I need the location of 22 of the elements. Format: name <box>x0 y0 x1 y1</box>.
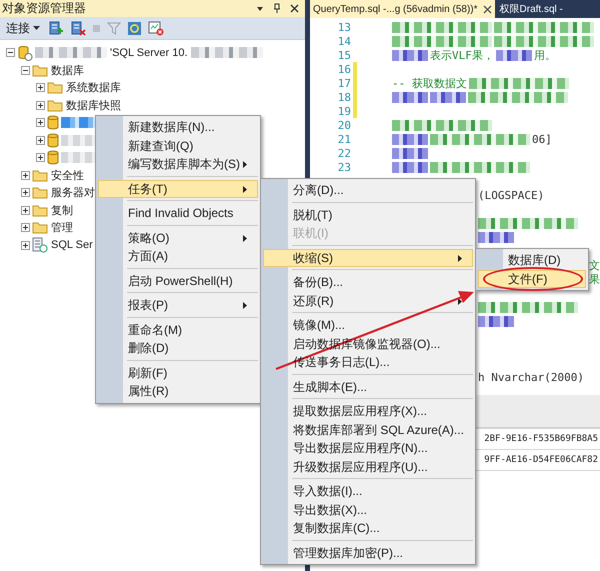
tab-label: QueryTemp.sql -...g (56vadmin (58))* <box>313 4 478 14</box>
code-comment: -- 获取数据文 <box>392 76 467 90</box>
line-number: 13 <box>336 20 351 34</box>
line-number: 21 <box>336 132 351 146</box>
line-number: 19 <box>336 104 351 118</box>
code-text: (LOGSPACE) <box>478 188 544 202</box>
line-number: 14 <box>336 34 351 48</box>
line-number: 23 <box>336 160 351 174</box>
line-number: 17 <box>336 76 351 90</box>
line-number: 16 <box>336 62 351 76</box>
line-number: 15 <box>336 48 351 62</box>
code-text: h Nvarchar(2000) <box>478 370 584 384</box>
code-comment: 果 <box>589 272 600 286</box>
panel-title: 对象资源管理器 <box>2 0 86 17</box>
line-number: 22 <box>336 146 351 160</box>
line-number: 20 <box>336 118 351 132</box>
line-number: 18 <box>336 90 351 104</box>
code-comment: 用。 <box>534 48 556 62</box>
code-text: 06] <box>532 132 552 146</box>
tab-label: 权限Draft.sql - <box>500 2 563 16</box>
code-comment: 表示VLF果， <box>430 48 494 62</box>
code-comment: 文 <box>589 258 600 272</box>
